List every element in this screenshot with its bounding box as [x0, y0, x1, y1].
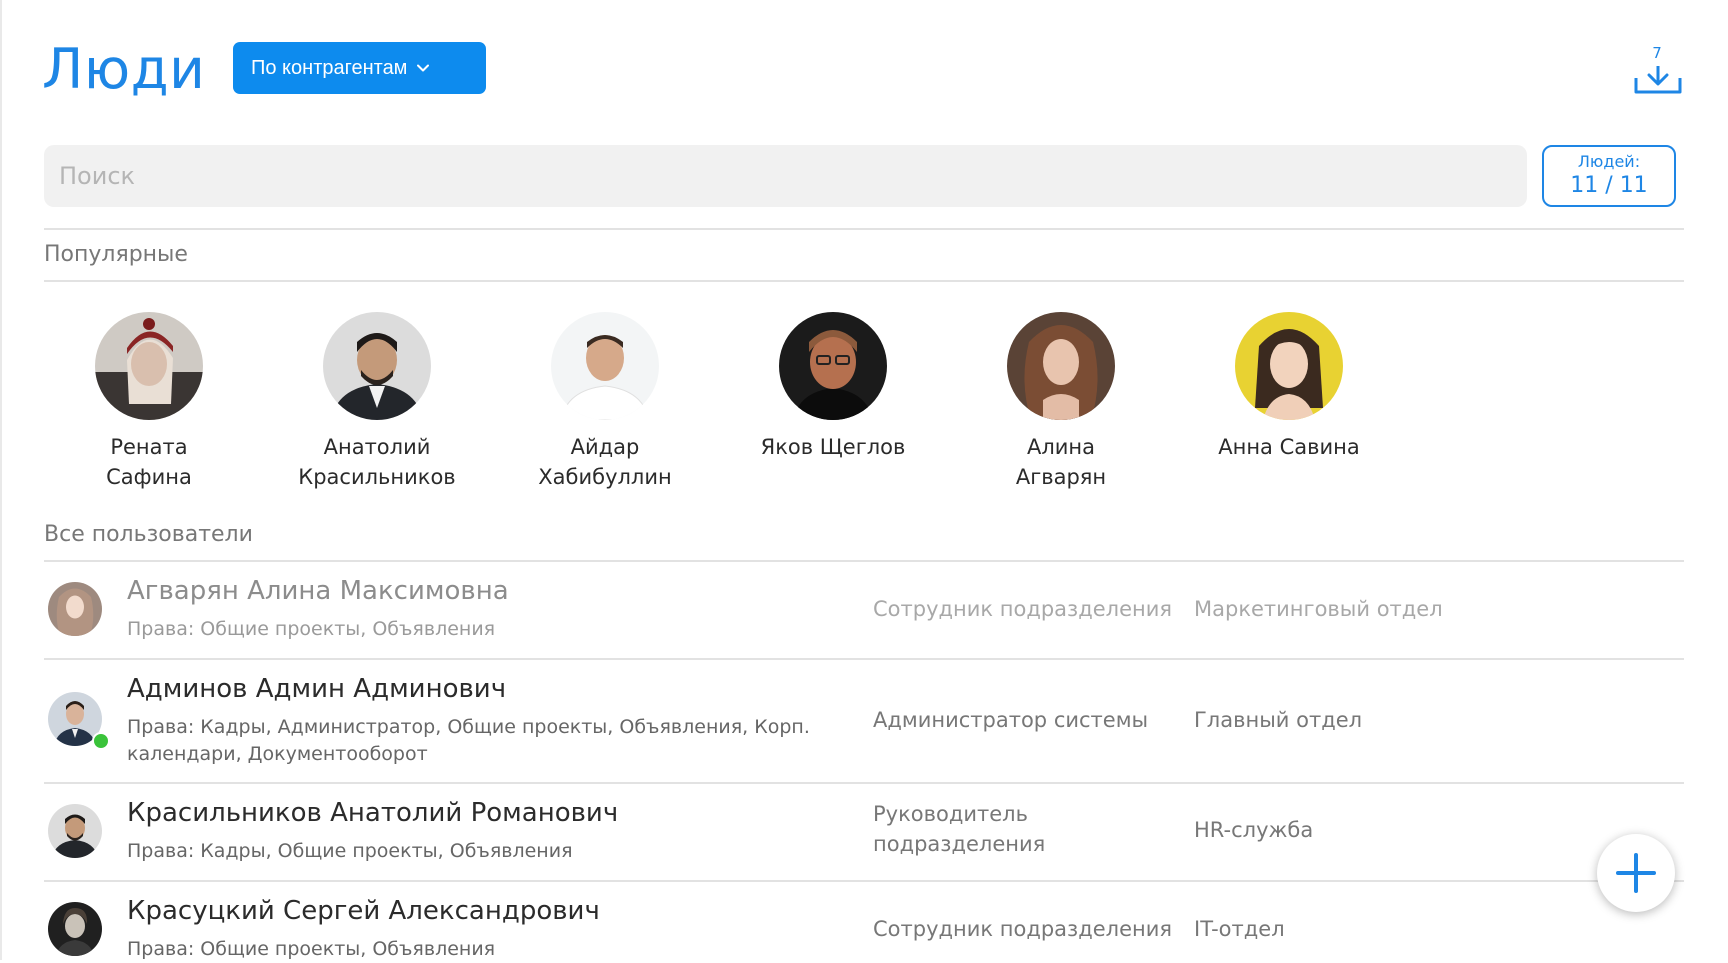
popular-person-name: Рената Сафина: [64, 432, 234, 492]
last-name: Красильников: [298, 465, 456, 489]
popular-person[interactable]: Айдар Хабибуллин: [500, 312, 710, 492]
first-name: Анна Савина: [1218, 435, 1360, 459]
user-name: Красуцкий Сергей Александрович: [127, 896, 600, 926]
popular-person[interactable]: Рената Сафина: [44, 312, 254, 492]
people-counter[interactable]: Людей: 11 / 11: [1542, 145, 1676, 207]
user-name: Админов Админ Админович: [127, 674, 507, 704]
download-count-badge: 7: [1652, 44, 1662, 62]
user-row[interactable]: Админов Админ Админович Права: Кадры, Ад…: [44, 660, 1684, 782]
avatar: [48, 804, 102, 858]
user-role: Сотрудник подразделения: [873, 597, 1173, 621]
chevron-down-icon: [417, 64, 430, 72]
user-role: Руководитель подразделения: [873, 802, 1046, 856]
avatar: [551, 312, 659, 420]
divider: [44, 280, 1684, 282]
user-department: Главный отдел: [1194, 708, 1363, 732]
popular-person-name: Алина Агварян: [976, 432, 1146, 492]
user-row[interactable]: Красуцкий Сергей Александрович Права: Об…: [44, 882, 1684, 960]
download-tray-icon: [1634, 66, 1682, 94]
search-input[interactable]: [44, 145, 1527, 207]
last-name: Сафина: [106, 465, 192, 489]
popular-person-name: Айдар Хабибуллин: [520, 432, 690, 492]
user-role: Администратор системы: [873, 708, 1149, 732]
add-user-button[interactable]: [1597, 834, 1675, 912]
first-name: Рената: [110, 435, 188, 459]
filter-dropdown-label: По контрагентам: [251, 56, 408, 79]
popular-person[interactable]: Яков Щеглов: [728, 312, 938, 462]
user-department: Маркетинговый отдел: [1194, 597, 1443, 621]
last-name: Хабибуллин: [538, 465, 672, 489]
user-rights: Права: Кадры, Общие проекты, Объявления: [127, 840, 573, 862]
section-title-all-users: Все пользователи: [44, 522, 253, 547]
avatar: [48, 582, 102, 636]
online-status-indicator: [92, 732, 110, 750]
popular-person-name: Анатолий Красильников: [292, 432, 462, 492]
user-name: Агварян Алина Максимовна: [127, 576, 509, 606]
avatar: [1235, 312, 1343, 420]
window-edge: [0, 0, 2, 960]
section-title-popular: Популярные: [44, 242, 188, 267]
avatar: [323, 312, 431, 420]
avatar: [1007, 312, 1115, 420]
popular-list: Рената Сафина Анатолий Красильников Айда…: [44, 312, 1444, 492]
avatar: [95, 312, 203, 420]
first-name: Яков Щеглов: [760, 435, 906, 459]
download-button[interactable]: 7: [1627, 44, 1687, 100]
avatar: [48, 902, 102, 956]
plus-icon: [1616, 853, 1656, 893]
people-counter-value: 11 / 11: [1570, 173, 1648, 198]
user-rights: Права: Кадры, Администратор, Общие проек…: [127, 716, 810, 765]
first-name: Айдар: [570, 435, 640, 459]
popular-person-name: Анна Савина: [1204, 432, 1374, 462]
user-row[interactable]: Красильников Анатолий Романович Права: К…: [44, 784, 1684, 880]
page-title: Люди: [42, 37, 206, 101]
first-name: Алина: [1026, 435, 1096, 459]
popular-person[interactable]: Алина Агварян: [956, 312, 1166, 492]
user-rights: Права: Общие проекты, Объявления: [127, 618, 496, 640]
people-counter-label: Людей:: [1577, 152, 1641, 171]
popular-person-name: Яков Щеглов: [748, 432, 918, 462]
first-name: Анатолий: [323, 435, 431, 459]
user-role: Сотрудник подразделения: [873, 917, 1173, 941]
user-row[interactable]: Агварян Алина Максимовна Права: Общие пр…: [44, 562, 1684, 658]
user-department: IT-отдел: [1194, 917, 1285, 941]
popular-person[interactable]: Анатолий Красильников: [272, 312, 482, 492]
user-name: Красильников Анатолий Романович: [127, 798, 619, 828]
popular-person[interactable]: Анна Савина: [1184, 312, 1394, 462]
user-department: HR-служба: [1194, 818, 1314, 842]
divider: [44, 228, 1684, 230]
user-rights: Права: Общие проекты, Объявления: [127, 938, 496, 960]
avatar: [779, 312, 887, 420]
last-name: Агварян: [1015, 465, 1107, 489]
filter-dropdown[interactable]: По контрагентам: [233, 42, 486, 94]
